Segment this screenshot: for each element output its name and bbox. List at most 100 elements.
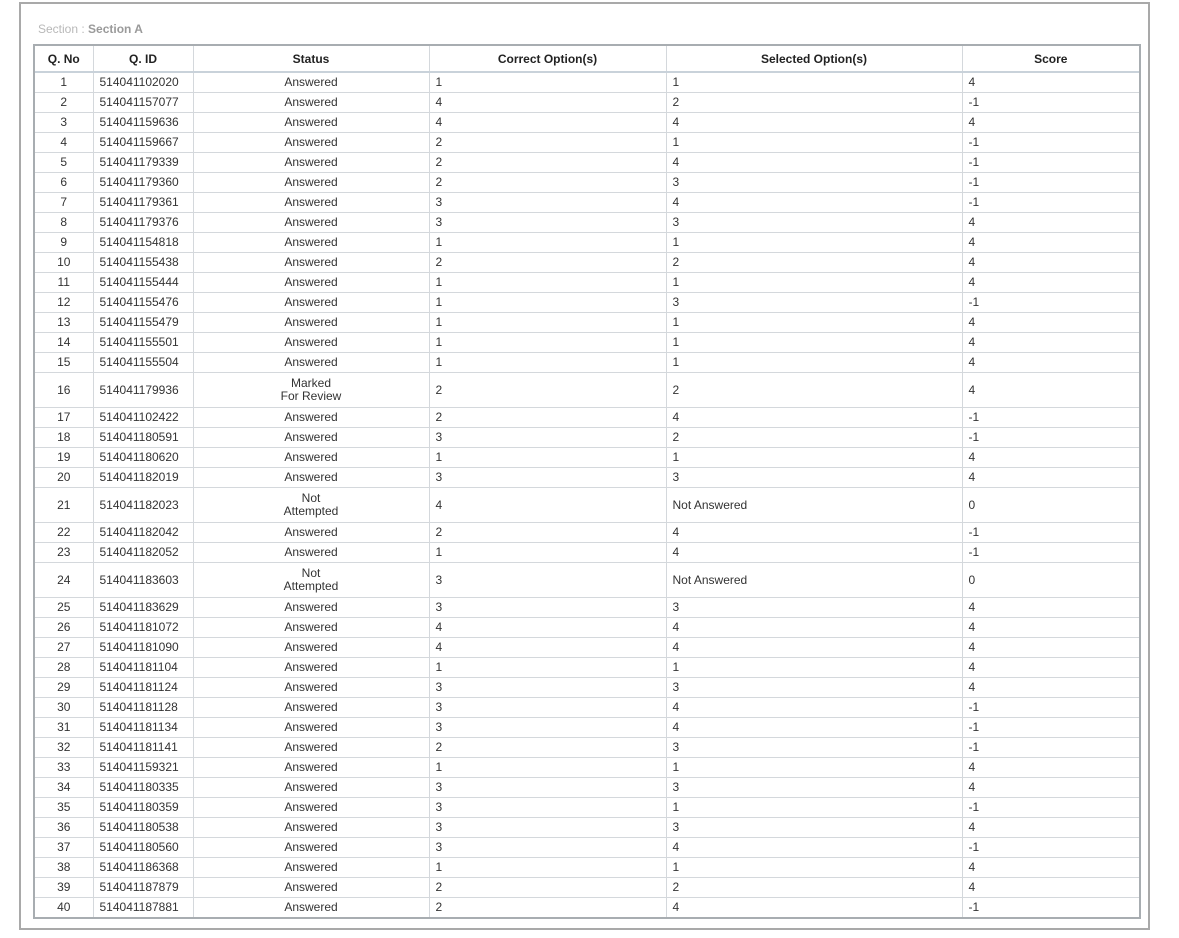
question-id-cell: 514041180538 [93,817,194,838]
correct-option-cell: 3 [429,212,667,233]
score-cell: -1 [962,837,1139,858]
status-cell: Answered [193,697,430,718]
question-number-cell: 4 [35,132,94,153]
correct-option-cell: 4 [429,487,667,523]
question-id-cell: 514041181104 [93,657,194,678]
score-cell: 0 [962,562,1139,598]
correct-option-cell: 1 [429,447,667,468]
status-text: Answered [284,470,338,484]
score-cell: 4 [962,352,1139,373]
table-body: 1 514041102020 Answered 1 1 4 2 514041157077 Ans… [35,72,1139,917]
score-cell: -1 [962,542,1139,563]
status-text: Answered [284,195,338,209]
selected-option-cell: 3 [666,212,963,233]
correct-option-cell: 1 [429,352,667,373]
table-row: 24 514041183603 Not Attempted 3 Not Answered 0 [35,562,1139,598]
question-number-cell: 8 [35,212,94,233]
score-cell: 4 [962,757,1139,778]
status-text: Answered [284,410,338,424]
selected-option-cell: 4 [666,617,963,638]
correct-option-cell: 3 [429,597,667,618]
correct-option-cell: 2 [429,737,667,758]
status-cell: Answered [193,677,430,698]
question-id-cell: 514041154818 [93,232,194,253]
results-table: Q. No Q. ID Status Correct Option(s) Sel… [35,46,1139,917]
table-row: 31 514041181134 Answered 3 4 -1 [35,717,1139,738]
table-row: 8 514041179376 Answered 3 3 4 [35,212,1139,233]
status-cell: Answered [193,427,430,448]
question-number-cell: 37 [35,837,94,858]
selected-option-cell: 4 [666,152,963,173]
score-cell: -1 [962,737,1139,758]
selected-option-cell: 2 [666,877,963,898]
question-id-cell: 514041181072 [93,617,194,638]
correct-option-cell: 2 [429,522,667,543]
status-text: Marked [290,376,331,390]
question-number-cell: 2 [35,92,94,113]
correct-option-cell: 3 [429,837,667,858]
correct-option-cell: 1 [429,857,667,878]
question-id-cell: 514041159321 [93,757,194,778]
status-cell: Answered [193,192,430,213]
selected-option-cell: 3 [666,777,963,798]
selected-option-cell: 4 [666,112,963,133]
table-row: 1 514041102020 Answered 1 1 4 [35,72,1139,93]
question-number-cell: 5 [35,152,94,173]
question-id-cell: 514041181128 [93,697,194,718]
score-cell: -1 [968,900,980,914]
question-number-cell: 12 [35,292,94,313]
section-name: Section A [88,22,143,36]
status-text: Answered [284,450,338,464]
question-number-cell: 16 [35,372,94,408]
status-cell: Answered [193,172,430,193]
status-cell: Answered [193,737,430,758]
status-text: Answered [284,780,338,794]
table-row: 28 514041181104 Answered 1 1 4 [35,657,1139,678]
question-number-cell: 21 [35,487,94,523]
results-table-wrapper: Q. No Q. ID Status Correct Option(s) Sel… [33,44,1141,919]
question-id-cell: 514041182042 [93,522,194,543]
section-label-prefix: Section : [38,22,89,36]
question-id-cell: 514041159636 [93,112,194,133]
question-number-cell: 28 [35,657,94,678]
status-cell: Answered [193,132,430,153]
question-id-cell: 514041155444 [93,272,194,293]
selected-option-cell: 4 [666,542,963,563]
question-id-cell: 514041182019 [93,467,194,488]
status-cell: Marked For Review [193,372,430,408]
correct-option-cell: 1 [429,72,667,93]
status-cell: Answered [193,112,430,133]
question-number-cell: 3 [35,112,94,133]
correct-option-cell: 2 [429,172,667,193]
status-text: Answered [284,640,338,654]
score-cell: -1 [962,797,1139,818]
selected-option-cell: 2 [666,427,963,448]
status-cell: Answered [193,617,430,638]
score-cell: -1 [962,697,1139,718]
status-cell: Answered [193,597,430,618]
score-cell: 4 [962,212,1139,233]
question-id-cell: 514041159667 [93,132,194,153]
status-text: Answered [284,275,338,289]
table-row: 6 514041179360 Answered 2 3 -1 [35,172,1139,193]
selected-option-cell: 1 [666,797,963,818]
question-id-cell: 514041155504 [93,352,194,373]
table-row: 37 514041180560 Answered 3 4 -1 [35,837,1139,858]
question-number-cell: 1 [35,72,94,93]
table-row: 2 514041157077 Answered 4 2 -1 [35,92,1139,113]
table-row: 34 514041180335 Answered 3 3 4 [35,777,1139,798]
status-text: Answered [284,295,338,309]
status-text: Not [301,566,321,580]
status-text: Answered [284,315,338,329]
status-text: Answered [284,430,338,444]
table-row: 33 514041159321 Answered 1 1 4 [35,757,1139,778]
status-cell: Answered [193,637,430,658]
status-cell: Answered [193,92,430,113]
table-row: 26 514041181072 Answered 4 4 4 [35,617,1139,638]
correct-option-cell: 4 [429,112,667,133]
question-id-cell: 514041180560 [93,837,194,858]
status-text: Answered [284,680,338,694]
status-cell: Not Attempted [193,487,430,523]
question-number-cell: 30 [35,697,94,718]
correct-option-cell: 4 [429,637,667,658]
